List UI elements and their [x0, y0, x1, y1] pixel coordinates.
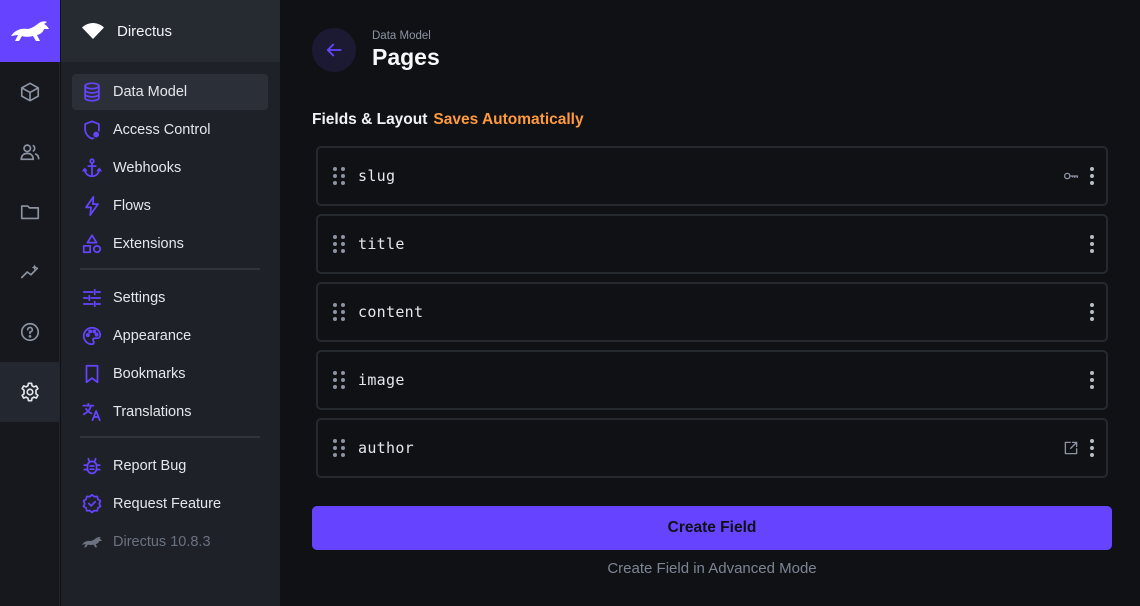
directus-logo[interactable] [0, 0, 60, 62]
bolt-icon [85, 195, 99, 217]
wifi-icon [82, 23, 104, 39]
shapes-icon [82, 234, 102, 254]
drag-handle-icon[interactable] [333, 439, 345, 457]
settings-module-button[interactable] [0, 362, 60, 422]
folder-icon [20, 205, 40, 220]
field-row[interactable]: slug [316, 146, 1108, 206]
field-row[interactable]: image [316, 350, 1108, 410]
more-vertical-icon[interactable] [1090, 235, 1094, 253]
nav-item-version[interactable]: Directus 10.8.3 [72, 524, 268, 560]
nav-item-label: Data Model [113, 84, 188, 100]
save-status: Saves Automatically [433, 111, 584, 128]
nav-item-label: Settings [113, 290, 166, 306]
nav-item-report-bug[interactable]: Report Bug [72, 448, 268, 484]
field-name: slug [358, 167, 396, 185]
page-title: Pages [372, 43, 440, 70]
nav-item-label: Report Bug [113, 458, 187, 474]
more-vertical-icon[interactable] [1090, 439, 1094, 457]
back-button[interactable] [312, 28, 356, 72]
drag-handle-icon[interactable] [333, 303, 345, 321]
nav-item-translations[interactable]: Translations [72, 394, 268, 430]
nav-item-label: Translations [113, 404, 192, 420]
drag-handle-icon[interactable] [333, 371, 345, 389]
field-name: author [358, 439, 414, 457]
verified-badge-icon [82, 493, 102, 514]
more-vertical-icon[interactable] [1090, 167, 1094, 185]
shield-lock-icon [84, 120, 101, 140]
nav-item-extensions[interactable]: Extensions [72, 226, 268, 262]
nav-item-label: Appearance [113, 328, 192, 344]
breadcrumb[interactable]: Data Model [372, 30, 440, 42]
insights-icon [20, 264, 39, 279]
field-name: title [358, 235, 405, 253]
field-row[interactable]: content [316, 282, 1108, 342]
module-bar [0, 0, 60, 606]
key-icon [1063, 172, 1079, 180]
translate-icon [82, 402, 101, 422]
field-row[interactable]: title [316, 214, 1108, 274]
insights-module-button[interactable] [0, 242, 60, 302]
field-name: image [358, 371, 405, 389]
nav-item-label: Bookmarks [113, 366, 186, 382]
create-field-button[interactable]: Create Field [312, 506, 1112, 550]
nav-item-data-model[interactable]: Data Model [72, 74, 268, 110]
nav-item-label: Access Control [113, 122, 211, 138]
nav-item-settings[interactable]: Settings [72, 280, 268, 316]
rabbit-logo-icon [82, 536, 102, 548]
settings-navigation: Directus Data Model Access Control Webho… [61, 0, 280, 606]
nav-item-webhooks[interactable]: Webhooks [72, 150, 268, 186]
main-content: Data Model Pages Fields & Layout Saves Au… [281, 0, 1140, 606]
field-name: content [358, 303, 424, 321]
more-vertical-icon[interactable] [1090, 371, 1094, 389]
bug-icon [83, 457, 101, 475]
create-field-advanced-link[interactable]: Create Field in Advanced Mode [312, 560, 1112, 577]
section-title-label: Fields & Layout [312, 111, 428, 128]
nav-item-request-feature[interactable]: Request Feature [72, 486, 268, 522]
nav-item-appearance[interactable]: Appearance [72, 318, 268, 354]
bookmark-icon [85, 364, 99, 384]
palette-icon [82, 326, 102, 346]
help-icon [20, 322, 40, 342]
project-name: Directus [117, 22, 173, 40]
rabbit-logo-icon [11, 21, 49, 41]
anchor-icon [82, 158, 102, 178]
field-row[interactable]: author [316, 418, 1108, 478]
cube-icon [20, 82, 40, 102]
content-module-button[interactable] [0, 62, 60, 122]
nav-item-label: Flows [113, 198, 151, 214]
version-label: Directus 10.8.3 [113, 534, 211, 550]
nav-item-label: Request Feature [113, 496, 222, 512]
arrow-left-icon [326, 43, 342, 57]
nav-item-label: Webhooks [113, 160, 182, 176]
tune-icon [82, 288, 102, 308]
files-module-button[interactable] [0, 182, 60, 242]
nav-item-flows[interactable]: Flows [72, 188, 268, 224]
nav-item-bookmarks[interactable]: Bookmarks [72, 356, 268, 392]
page-header: Data Model Pages [312, 28, 440, 72]
users-icon [20, 144, 40, 161]
more-vertical-icon[interactable] [1090, 303, 1094, 321]
users-module-button[interactable] [0, 122, 60, 182]
nav-item-access-control[interactable]: Access Control [72, 112, 268, 148]
drag-handle-icon[interactable] [333, 167, 345, 185]
nav-divider [80, 436, 260, 438]
nav-divider [80, 268, 260, 270]
database-icon [84, 82, 100, 102]
open-in-new-icon[interactable] [1062, 439, 1080, 457]
gear-icon [21, 382, 39, 402]
fields-list: slug title content image author [316, 146, 1108, 486]
nav-item-label: Extensions [113, 236, 184, 252]
project-header[interactable]: Directus [61, 0, 280, 62]
drag-handle-icon[interactable] [333, 235, 345, 253]
section-title: Fields & Layout Saves Automatically [312, 111, 584, 129]
help-module-button[interactable] [0, 302, 60, 362]
